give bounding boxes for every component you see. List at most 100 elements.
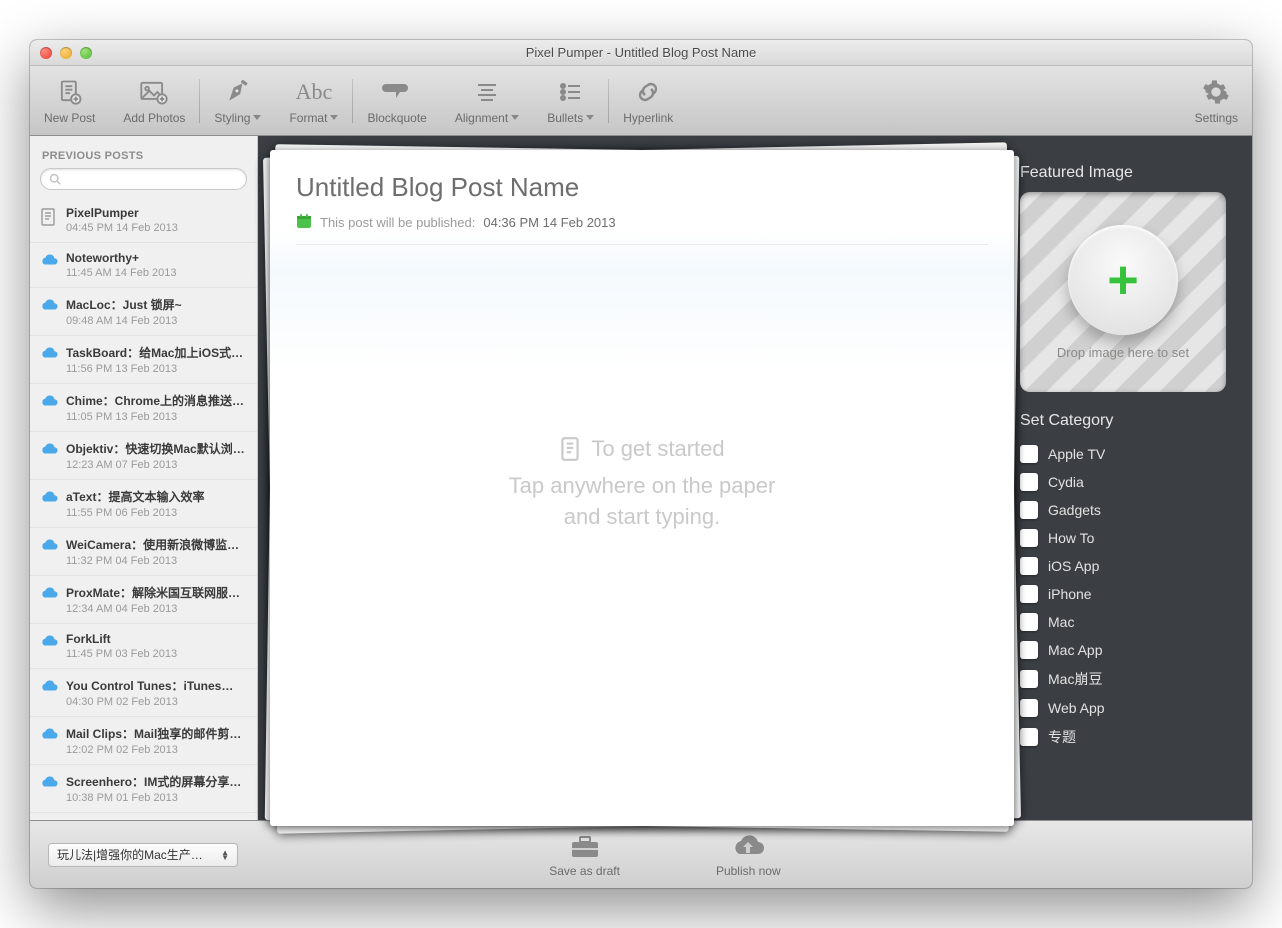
close-button[interactable]	[40, 47, 52, 59]
publish-time: 04:36 PM 14 Feb 2013	[483, 215, 615, 230]
blog-select[interactable]: 玩儿法|增强你的Mac生产… ▲▼	[48, 843, 238, 867]
post-title: aText：提高文本输入效率	[66, 488, 247, 505]
cloud-icon	[40, 679, 58, 698]
post-item[interactable]: ForkLift11:45 PM 03 Feb 2013	[30, 624, 257, 669]
chevron-down-icon	[253, 115, 261, 120]
post-title: Chime：Chrome上的消息推送…	[66, 392, 247, 409]
category-label: Gadgets	[1048, 502, 1101, 518]
category-checkbox[interactable]	[1020, 728, 1038, 746]
post-title: ProxMate：解除米国互联网服…	[66, 584, 247, 601]
category-item[interactable]: iPhone	[1020, 580, 1226, 608]
format-icon: Abc	[296, 77, 333, 107]
chevron-down-icon	[330, 115, 338, 120]
featured-image-dropzone[interactable]: + Drop image here to set	[1020, 192, 1226, 392]
category-checkbox[interactable]	[1020, 585, 1038, 603]
post-item[interactable]: PixelPumper04:45 PM 14 Feb 2013	[30, 198, 257, 243]
styling-button[interactable]: Styling	[214, 77, 261, 125]
toolbar-separator	[608, 79, 609, 123]
publish-now-button[interactable]: Publish now	[716, 832, 781, 878]
category-label: 专题	[1048, 727, 1076, 747]
category-label: Cydia	[1048, 474, 1084, 490]
post-title: Mail Clips：Mail独享的邮件剪…	[66, 725, 247, 742]
post-item[interactable]: You Control Tunes：iTunes…04:30 PM 02 Feb…	[30, 669, 257, 717]
post-date: 11:05 PM 13 Feb 2013	[66, 411, 247, 423]
blockquote-icon	[382, 77, 412, 107]
category-checkbox[interactable]	[1020, 557, 1038, 575]
search-icon	[49, 173, 61, 185]
post-date: 11:45 AM 14 Feb 2013	[66, 267, 247, 279]
post-title: Objektiv：快速切换Mac默认浏…	[66, 440, 247, 457]
cloud-icon	[40, 346, 58, 365]
cloud-icon	[40, 775, 58, 794]
cloud-upload-icon	[730, 832, 766, 862]
post-item[interactable]: Chime：Chrome上的消息推送… 11:05 PM 13 Feb 2013	[30, 384, 257, 432]
gear-icon	[1202, 77, 1230, 107]
post-date: 09:48 AM 14 Feb 2013	[66, 315, 247, 327]
post-date: 12:02 PM 02 Feb 2013	[66, 744, 247, 756]
post-date: 11:56 PM 13 Feb 2013	[66, 363, 247, 375]
cloud-icon	[40, 253, 58, 272]
category-checkbox[interactable]	[1020, 473, 1038, 491]
category-checkbox[interactable]	[1020, 699, 1038, 717]
post-item[interactable]: WeiCamera：使用新浪微博监…11:32 PM 04 Feb 2013	[30, 528, 257, 576]
publish-schedule[interactable]: This post will be published: 04:36 PM 14…	[296, 213, 988, 245]
settings-button[interactable]: Settings	[1195, 77, 1238, 125]
editor-placeholder: To get started Tap anywhere on the paper…	[270, 434, 1014, 533]
post-title: Screenhero：IM式的屏幕分享…	[66, 773, 247, 790]
category-label: How To	[1048, 530, 1094, 546]
post-date: 04:30 PM 02 Feb 2013	[66, 696, 247, 708]
cloud-icon	[40, 490, 58, 509]
category-item[interactable]: Mac App	[1020, 636, 1226, 664]
category-checkbox[interactable]	[1020, 445, 1038, 463]
category-item[interactable]: 专题	[1020, 722, 1226, 752]
category-item[interactable]: Mac	[1020, 608, 1226, 636]
search-input[interactable]	[40, 168, 247, 190]
calendar-icon	[296, 213, 312, 232]
post-item[interactable]: TaskBoard：给Mac加上iOS式…11:56 PM 13 Feb 201…	[30, 336, 257, 384]
traffic-lights	[30, 47, 92, 59]
briefcase-icon	[569, 832, 601, 862]
chevron-down-icon	[586, 115, 594, 120]
category-item[interactable]: Cydia	[1020, 468, 1226, 496]
post-item[interactable]: MacLoc：Just 锁屏~09:48 AM 14 Feb 2013	[30, 288, 257, 336]
category-item[interactable]: Mac崩豆	[1020, 664, 1226, 694]
category-checkbox[interactable]	[1020, 670, 1038, 688]
zoom-button[interactable]	[80, 47, 92, 59]
bullets-button[interactable]: Bullets	[547, 77, 594, 125]
post-item[interactable]: Mail Clips：Mail独享的邮件剪… 12:02 PM 02 Feb 20…	[30, 717, 257, 765]
category-item[interactable]: Web App	[1020, 694, 1226, 722]
category-item[interactable]: iOS App	[1020, 552, 1226, 580]
editor-paper[interactable]: Untitled Blog Post Name This post will b…	[270, 150, 1014, 826]
new-post-button[interactable]: New Post	[44, 77, 95, 125]
add-image-button[interactable]: +	[1068, 225, 1178, 335]
note-icon	[559, 436, 581, 462]
minimize-button[interactable]	[60, 47, 72, 59]
category-item[interactable]: Gadgets	[1020, 496, 1226, 524]
add-photos-icon	[139, 77, 169, 107]
category-label: Mac崩豆	[1048, 669, 1102, 689]
add-photos-button[interactable]: Add Photos	[123, 77, 185, 125]
format-button[interactable]: Abc Format	[289, 77, 338, 125]
post-item[interactable]: aText：提高文本输入效率11:55 PM 06 Feb 2013	[30, 480, 257, 528]
category-checkbox[interactable]	[1020, 613, 1038, 631]
category-label: Web App	[1048, 700, 1105, 716]
right-sidebar: Featured Image + Drop image here to set …	[1014, 150, 1240, 820]
post-item[interactable]: Noteworthy+ 11:45 AM 14 Feb 2013	[30, 243, 257, 288]
post-title-input[interactable]: Untitled Blog Post Name	[296, 172, 988, 203]
post-item[interactable]: Objektiv：快速切换Mac默认浏…12:23 AM 07 Feb 2013	[30, 432, 257, 480]
post-title: Noteworthy+	[66, 251, 247, 265]
post-item[interactable]: Screenhero：IM式的屏幕分享…10:38 PM 01 Feb 2013	[30, 765, 257, 813]
alignment-button[interactable]: Alignment	[455, 77, 519, 125]
chevron-down-icon	[511, 115, 519, 120]
category-checkbox[interactable]	[1020, 501, 1038, 519]
category-checkbox[interactable]	[1020, 529, 1038, 547]
blockquote-button[interactable]: Blockquote	[367, 77, 426, 125]
post-item[interactable]: ProxMate：解除米国互联网服…12:34 AM 04 Feb 2013	[30, 576, 257, 624]
titlebar: Pixel Pumper - Untitled Blog Post Name	[30, 40, 1252, 66]
hyperlink-button[interactable]: Hyperlink	[623, 77, 673, 125]
dropzone-caption: Drop image here to set	[1057, 345, 1189, 360]
save-draft-button[interactable]: Save as draft	[549, 832, 620, 878]
category-item[interactable]: How To	[1020, 524, 1226, 552]
category-item[interactable]: Apple TV	[1020, 440, 1226, 468]
category-checkbox[interactable]	[1020, 641, 1038, 659]
